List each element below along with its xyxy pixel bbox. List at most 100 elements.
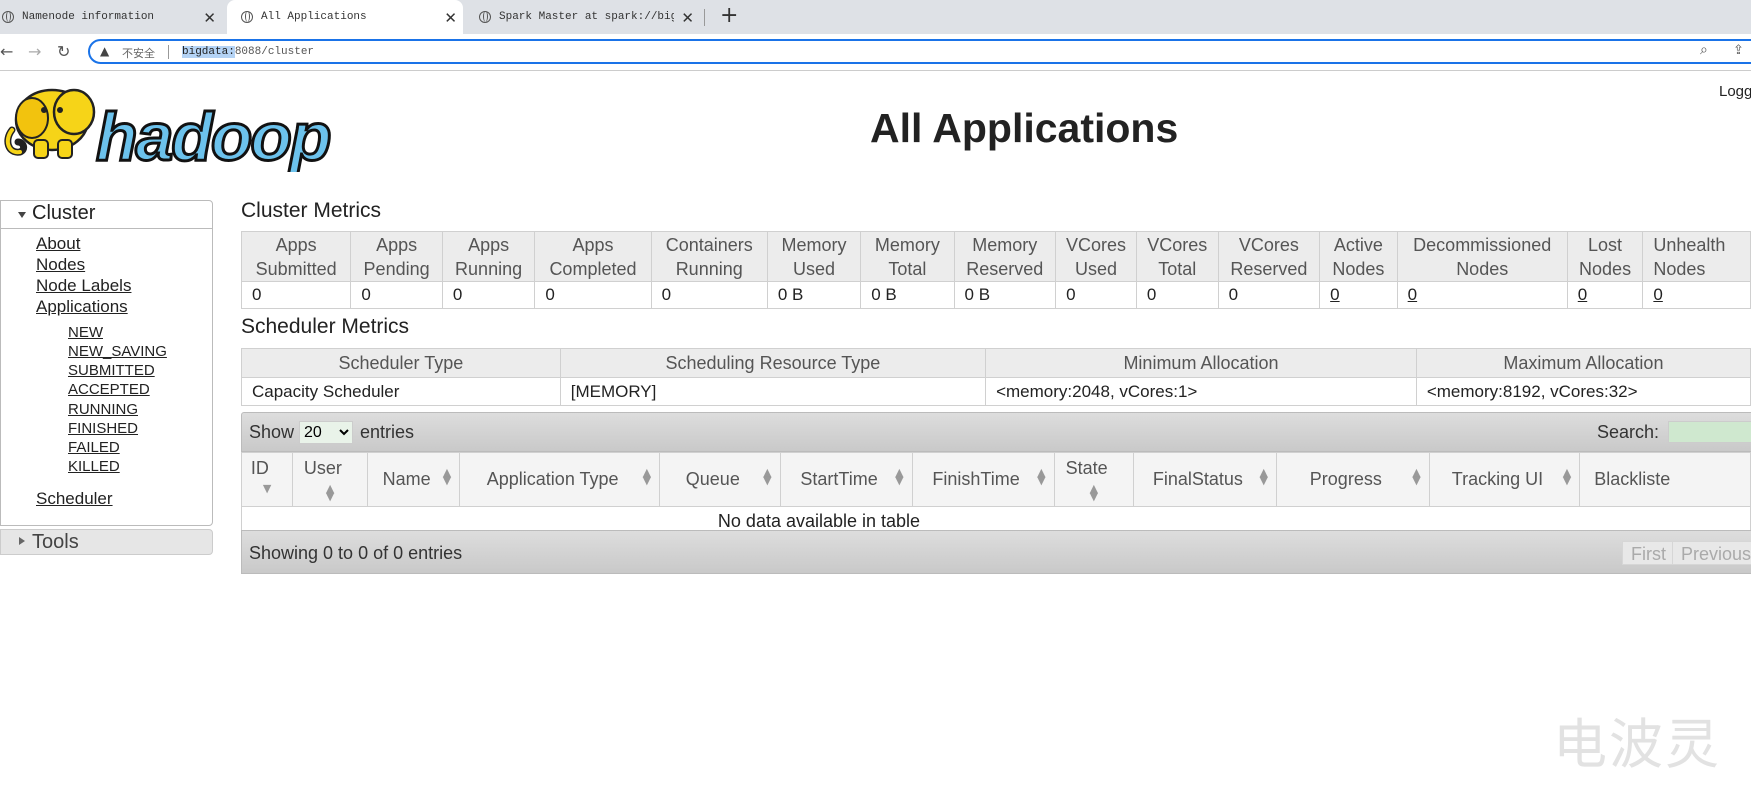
globe-icon xyxy=(241,11,253,23)
unhealthy-nodes-link[interactable]: 0 xyxy=(1653,285,1662,304)
security-label[interactable]: 不安全 xyxy=(122,45,155,61)
back-icon[interactable]: ← xyxy=(0,42,13,61)
sidebar-cluster-header[interactable]: Cluster xyxy=(1,201,212,229)
metric-header: VCores Used xyxy=(1055,231,1137,282)
metric-header: Apps Submitted xyxy=(240,231,352,282)
sidebar-app-state-running[interactable]: RUNNING xyxy=(68,401,138,418)
tab-spark-master[interactable]: Spark Master at spark://bigda ✕ xyxy=(467,0,700,34)
sidebar-cluster-label: Cluster xyxy=(32,202,96,224)
sidebar-item-about[interactable]: About xyxy=(36,234,80,254)
sidebar-app-state-finished[interactable]: FINISHED xyxy=(68,420,138,437)
page-title: All Applications xyxy=(870,105,1179,151)
metric-value: 0 xyxy=(1217,281,1321,309)
sidebar-app-state-failed[interactable]: FAILED xyxy=(68,439,120,456)
sort-icon: ▲ ▼ xyxy=(642,466,652,487)
sort-icon: ▲ ▼ xyxy=(442,466,452,487)
table-controls: Show 20 entries Search: xyxy=(241,412,1751,452)
close-tab-icon[interactable]: ✕ xyxy=(681,9,694,27)
column-user[interactable]: User ▲ ▼ xyxy=(291,452,368,507)
decommissioned-nodes-link[interactable]: 0 xyxy=(1408,285,1417,304)
column-blacklisted[interactable]: Blacklisted xyxy=(1579,452,1751,507)
sort-icon: ▲ ▼ xyxy=(325,482,335,503)
sidebar-item-node-labels[interactable]: Node Labels xyxy=(36,276,131,296)
sidebar-item-nodes[interactable]: Nodes xyxy=(36,255,85,275)
url-path: 8088/cluster xyxy=(234,46,315,58)
share-icon[interactable]: ⇪ xyxy=(1733,43,1744,58)
scheduler-header: Maximum Allocation xyxy=(1415,348,1751,378)
metric-value: 0 xyxy=(1135,281,1219,309)
column-id[interactable]: ID ▼ xyxy=(241,452,293,507)
tab-title: Spark Master at spark://bigda xyxy=(499,11,674,23)
sidebar-app-state-new[interactable]: NEW xyxy=(68,324,103,341)
globe-icon xyxy=(479,11,491,23)
sidebar-tools[interactable]: Tools xyxy=(0,529,213,555)
tab-all-applications[interactable]: All Applications ✕ xyxy=(227,0,463,34)
scheduler-value: Capacity Scheduler xyxy=(241,377,561,406)
sort-icon: ▲ ▼ xyxy=(895,466,904,487)
warning-icon[interactable]: ▲ xyxy=(100,44,109,58)
url-host: bigdata: xyxy=(182,46,235,58)
metric-header: Active Nodes xyxy=(1319,231,1398,282)
metric-header: Decommissioned Nodes xyxy=(1396,231,1568,282)
sidebar-item-applications[interactable]: Applications xyxy=(36,297,128,317)
logged-in-label: Logg xyxy=(1719,83,1751,100)
forward-icon[interactable]: → xyxy=(28,42,41,61)
close-tab-icon[interactable]: ✕ xyxy=(444,9,457,27)
zoom-icon[interactable]: ⌕ xyxy=(1700,42,1708,58)
sort-icon: ▲ ▼ xyxy=(1259,466,1268,487)
column-state[interactable]: State ▲ ▼ xyxy=(1053,452,1134,507)
scheduler-header: Scheduling Resource Type xyxy=(559,348,987,378)
column-queue[interactable]: Queue ▲ ▼ xyxy=(659,452,781,507)
lost-nodes-link[interactable]: 0 xyxy=(1578,285,1587,304)
sidebar-cluster: Cluster About Nodes Node Labels Applicat… xyxy=(0,200,213,526)
globe-icon xyxy=(2,11,14,23)
hadoop-logo[interactable]: hadoop xyxy=(4,80,376,172)
omnibox-divider xyxy=(168,45,169,59)
page-size-select[interactable]: 20 xyxy=(299,421,353,444)
metric-header: VCores Reserved xyxy=(1217,231,1321,282)
metric-value: 0 xyxy=(441,281,536,309)
previous-page-button[interactable]: Previous xyxy=(1672,541,1751,565)
column-tracking-ui[interactable]: Tracking UI ▲ ▼ xyxy=(1428,452,1581,507)
close-tab-icon[interactable]: ✕ xyxy=(203,9,216,27)
reload-icon[interactable]: ↻ xyxy=(57,42,70,61)
active-nodes-link[interactable]: 0 xyxy=(1330,285,1339,304)
url-field[interactable]: ▲ 不安全 bigdata:8088/cluster xyxy=(88,39,1751,64)
tab-title: Namenode information xyxy=(22,11,155,23)
sidebar-item-scheduler[interactable]: Scheduler xyxy=(36,489,113,509)
metric-value: 0 B xyxy=(860,281,955,309)
url-text[interactable]: bigdata:8088/cluster xyxy=(182,46,314,58)
search-label: Search: xyxy=(1597,422,1660,442)
metrics-value-row: 0 0 0 0 0 0 B 0 B 0 B 0 0 0 0 0 0 0 xyxy=(240,281,1751,309)
search-input[interactable] xyxy=(1668,421,1751,443)
sidebar-app-state-new-saving[interactable]: NEW_SAVING xyxy=(68,343,167,360)
table-info: Showing 0 to 0 of 0 entries xyxy=(249,543,463,563)
column-name[interactable]: Name ▲ ▼ xyxy=(366,452,461,507)
scheduler-header-row: Scheduler Type Scheduling Resource Type … xyxy=(241,348,1751,378)
metric-header: Containers Running xyxy=(650,231,768,282)
sidebar-app-state-submitted[interactable]: SUBMITTED xyxy=(68,362,155,379)
metrics-header-row: Apps Submitted Apps Pending Apps Running Ap… xyxy=(240,231,1751,282)
column-final-status[interactable]: FinalStatus ▲ ▼ xyxy=(1132,452,1277,507)
scheduler-metrics-title: Scheduler Metrics xyxy=(241,315,410,338)
sidebar-app-state-accepted[interactable]: ACCEPTED xyxy=(68,381,150,398)
metric-value-cell: 0 xyxy=(1319,281,1398,309)
applications-header-row: ID ▼ User ▲ ▼ Name ▲ ▼ Application Type ▲ ▼ Que… xyxy=(241,452,1751,507)
metric-header: Memory Reserved xyxy=(953,231,1057,282)
tab-namenode-information[interactable]: Namenode information ✕ xyxy=(0,0,222,34)
column-progress[interactable]: Progress ▲ ▼ xyxy=(1275,452,1430,507)
logo-wordmark: hadoop xyxy=(96,99,330,172)
column-application-type[interactable]: Application Type ▲ ▼ xyxy=(459,452,661,507)
show-label: Show xyxy=(249,422,295,442)
metric-header: Memory Used xyxy=(766,231,862,282)
sidebar-app-state-killed[interactable]: KILLED xyxy=(68,458,120,475)
scheduler-value: [MEMORY] xyxy=(559,377,987,406)
cluster-metrics-title: Cluster Metrics xyxy=(241,199,382,222)
new-tab-icon[interactable]: + xyxy=(720,3,738,28)
first-page-button[interactable]: First xyxy=(1622,541,1675,565)
metric-header: VCores Total xyxy=(1135,231,1219,282)
watermark: 电波灵 xyxy=(1553,713,1721,776)
metric-header: Memory Total xyxy=(860,231,955,282)
column-finish-time[interactable]: FinishTime ▲ ▼ xyxy=(911,452,1055,507)
column-start-time[interactable]: StartTime ▲ ▼ xyxy=(779,452,913,507)
